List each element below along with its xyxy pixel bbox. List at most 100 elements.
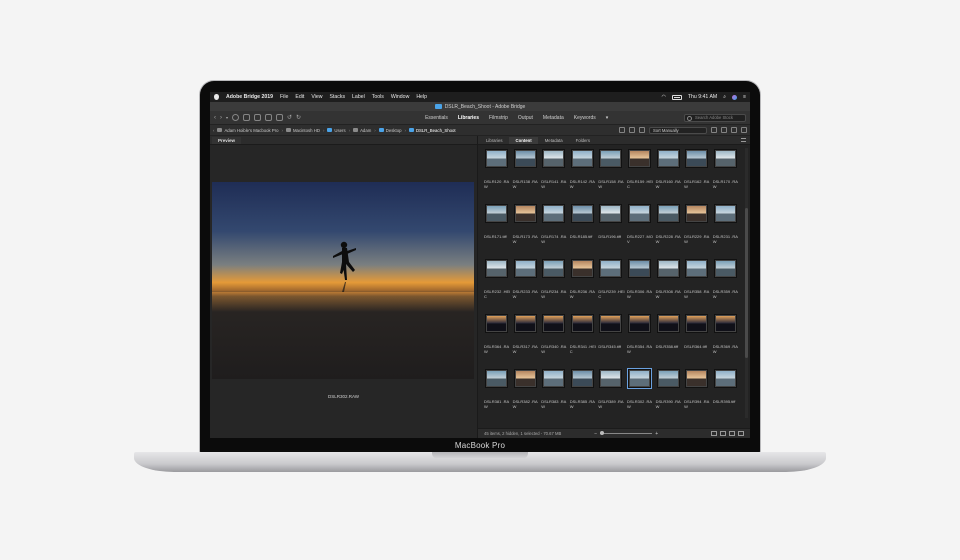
list-item[interactable]: DSLR381 .RAW bbox=[484, 370, 513, 425]
rotate-right-icon[interactable]: ↻ bbox=[296, 114, 301, 121]
apple-icon[interactable] bbox=[214, 94, 219, 100]
battery-icon[interactable] bbox=[671, 94, 682, 100]
thumbnail-image[interactable] bbox=[626, 368, 652, 389]
thumbnail-image[interactable] bbox=[657, 260, 679, 277]
breadcrumb-item[interactable]: Adam Hoible's Macbook Pro bbox=[217, 128, 279, 133]
thumbnail-image[interactable] bbox=[628, 315, 650, 332]
workspace-libraries[interactable]: Libraries bbox=[458, 115, 479, 121]
list-item[interactable]: DSLR142 .RAW bbox=[570, 150, 599, 205]
sort-direction-icon[interactable] bbox=[711, 127, 717, 133]
list-item[interactable]: DSLR354 .RAW bbox=[627, 315, 656, 370]
menu-window[interactable]: Window bbox=[391, 94, 409, 100]
thumbnail-image[interactable] bbox=[600, 205, 622, 222]
thumbnail-image[interactable] bbox=[686, 370, 708, 387]
list-item[interactable]: DSLR162 .RAW bbox=[684, 150, 713, 205]
list-item[interactable]: DSLR229 .RAW bbox=[684, 205, 713, 260]
menu-help[interactable]: Help bbox=[416, 94, 427, 100]
menu-edit[interactable]: Edit bbox=[295, 94, 304, 100]
list-item[interactable]: DSLR364 .RAW bbox=[484, 315, 513, 370]
list-item[interactable]: DSLR158 .RAW bbox=[598, 150, 627, 205]
menu-stacks[interactable]: Stacks bbox=[329, 94, 345, 100]
list-item[interactable]: DSLR302 .RAW bbox=[626, 368, 656, 425]
thumbnail-image[interactable] bbox=[600, 260, 622, 277]
list-item[interactable]: DSLR306 .RAW bbox=[627, 260, 656, 315]
thumbnail-image[interactable] bbox=[686, 205, 708, 222]
list-item[interactable]: DSLR385 .RAW bbox=[570, 370, 599, 425]
thumbnail-image[interactable] bbox=[600, 150, 622, 167]
slider-track[interactable] bbox=[600, 431, 653, 435]
zoom-in-icon[interactable]: + bbox=[655, 431, 658, 437]
return-icon[interactable] bbox=[243, 114, 251, 121]
thumbnail-image[interactable] bbox=[628, 260, 650, 277]
thumbnail-image[interactable] bbox=[714, 150, 736, 167]
thumbnail-image[interactable] bbox=[514, 315, 536, 332]
thumbnail-image[interactable] bbox=[486, 260, 507, 277]
list-item[interactable]: DSLR171.tiff bbox=[484, 205, 513, 260]
star-filter-icon[interactable] bbox=[619, 127, 625, 133]
thumbnail-image[interactable] bbox=[543, 370, 565, 387]
thumbnail-image[interactable] bbox=[571, 150, 593, 167]
thumbnail-image[interactable] bbox=[657, 205, 679, 222]
list-item[interactable]: DSLR227 .MOV bbox=[627, 205, 656, 260]
list-item[interactable]: DSLR395.tiff bbox=[713, 370, 742, 425]
list-item[interactable]: DSLR359 .RAW bbox=[713, 260, 742, 315]
menu-list-icon[interactable]: ≡ bbox=[743, 94, 746, 100]
menu-label[interactable]: Label bbox=[352, 94, 365, 100]
menubar-clock[interactable]: Thu 9:41 AM bbox=[688, 94, 717, 100]
list-item[interactable]: DSLR159 .HEIC bbox=[627, 150, 656, 205]
thumbnail-image[interactable] bbox=[571, 260, 593, 277]
grid-view-icon[interactable] bbox=[711, 431, 717, 436]
refine-icon[interactable] bbox=[265, 114, 273, 121]
list-item[interactable]: DSLR389 .RAW bbox=[598, 370, 627, 425]
preview-image[interactable] bbox=[212, 182, 474, 379]
list-item[interactable]: DSLR174 .RAW bbox=[541, 205, 570, 260]
thumbnail-image[interactable] bbox=[571, 370, 593, 387]
sort-dropdown[interactable]: Sort Manually bbox=[649, 126, 707, 134]
forward-icon[interactable]: › bbox=[220, 115, 222, 121]
breadcrumb-item[interactable]: Users bbox=[327, 128, 346, 133]
thumbnail-image[interactable] bbox=[714, 205, 736, 222]
list-item[interactable]: DSLR120 .RAW bbox=[484, 150, 513, 205]
thumbnail-image[interactable] bbox=[543, 205, 565, 222]
content-scrollbar[interactable] bbox=[745, 148, 748, 418]
list-item[interactable]: DSLR341 .HEIC bbox=[570, 315, 599, 370]
tab-preview[interactable]: Preview bbox=[212, 136, 242, 144]
open-recent-icon[interactable] bbox=[721, 127, 727, 133]
tab-metadata[interactable]: Metadata bbox=[539, 137, 569, 145]
thumbnail-image[interactable] bbox=[571, 315, 593, 332]
chevron-down-icon[interactable]: ▾ bbox=[226, 115, 228, 120]
thumbnail-image[interactable] bbox=[686, 315, 708, 332]
workspace-filmstrip[interactable]: Filmstrip bbox=[489, 115, 508, 121]
thumbnail-image[interactable] bbox=[543, 260, 565, 277]
list-item[interactable]: DSLR170 .RAW bbox=[713, 150, 742, 205]
thumbnail-image[interactable] bbox=[486, 315, 507, 332]
tab-folders[interactable]: Folders bbox=[570, 137, 596, 145]
list-item[interactable]: DSLR340 .RAW bbox=[541, 315, 570, 370]
tab-content[interactable]: Content bbox=[509, 136, 538, 144]
thumbnail-image[interactable] bbox=[686, 150, 708, 167]
search-icon[interactable]: ⌕ bbox=[723, 94, 726, 100]
list-item[interactable]: DSLR233 .RAW bbox=[513, 260, 542, 315]
thumbnail-image[interactable] bbox=[514, 260, 536, 277]
breadcrumb-current[interactable]: DSLR_Beach_Shoot bbox=[408, 128, 456, 133]
tab-libraries[interactable]: Libraries bbox=[480, 137, 508, 145]
open-in-camera-raw-icon[interactable] bbox=[276, 114, 284, 121]
list-item[interactable]: DSLR317 .RAW bbox=[513, 315, 542, 370]
thumbnail-image[interactable] bbox=[543, 150, 565, 167]
scrollbar-thumb[interactable] bbox=[745, 208, 748, 358]
thumbnail-image[interactable] bbox=[486, 370, 507, 387]
thumbnail-image[interactable] bbox=[514, 150, 536, 167]
thumbnail-image[interactable] bbox=[686, 260, 708, 277]
siri-icon[interactable] bbox=[732, 94, 738, 100]
workspace-metadata[interactable]: Metadata bbox=[543, 115, 564, 121]
workspace-output[interactable]: Output bbox=[518, 115, 533, 121]
thumbnail-size-slider[interactable]: − + bbox=[594, 431, 658, 437]
list-item[interactable]: DSLR345.tiff bbox=[598, 315, 627, 370]
thumbnail-image[interactable] bbox=[714, 260, 736, 277]
new-folder-icon[interactable] bbox=[731, 127, 737, 133]
rotate-left-icon[interactable]: ↺ bbox=[287, 114, 292, 121]
list-item[interactable]: DSLR308 .RAW bbox=[656, 260, 685, 315]
thumbnail-image[interactable] bbox=[600, 370, 622, 387]
thumbnail-image[interactable] bbox=[514, 205, 536, 222]
workspace-keywords[interactable]: Keywords bbox=[574, 115, 596, 121]
